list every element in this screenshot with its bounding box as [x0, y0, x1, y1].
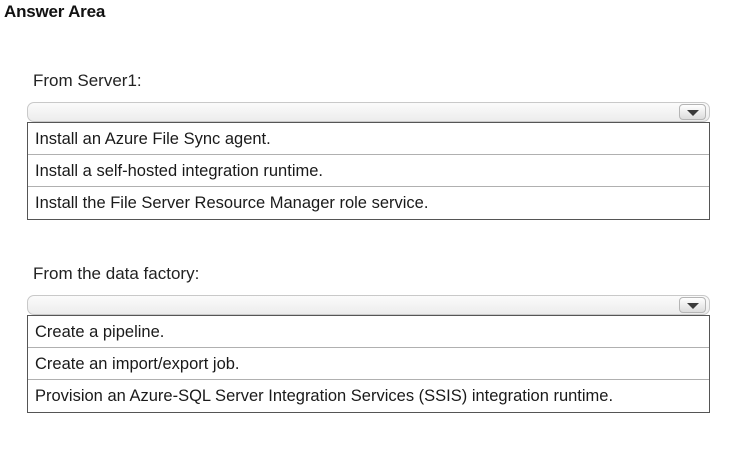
chevron-down-icon — [687, 303, 699, 309]
server1-dropdown-button[interactable] — [679, 104, 706, 120]
server1-option-file-sync[interactable]: Install an Azure File Sync agent. — [28, 123, 709, 155]
data-factory-dropdown[interactable] — [27, 295, 710, 315]
server1-option-self-hosted-runtime[interactable]: Install a self-hosted integration runtim… — [28, 155, 709, 187]
server1-options-list: Install an Azure File Sync agent. Instal… — [27, 122, 710, 220]
data-factory-option-pipeline[interactable]: Create a pipeline. — [28, 316, 709, 348]
server1-dropdown[interactable] — [27, 102, 710, 122]
server1-question: From Server1: Install an Azure File Sync… — [27, 68, 710, 220]
data-factory-label: From the data factory: — [33, 264, 200, 283]
data-factory-option-import-export[interactable]: Create an import/export job. — [28, 348, 709, 380]
server1-label: From Server1: — [33, 71, 142, 90]
answer-area-title: Answer Area — [4, 2, 106, 21]
data-factory-dropdown-button[interactable] — [679, 297, 706, 313]
data-factory-option-ssis-runtime[interactable]: Provision an Azure-SQL Server Integratio… — [28, 380, 709, 412]
data-factory-question: From the data factory: Create a pipeline… — [27, 261, 710, 413]
server1-option-fsrm[interactable]: Install the File Server Resource Manager… — [28, 187, 709, 219]
chevron-down-icon — [687, 110, 699, 116]
data-factory-options-list: Create a pipeline. Create an import/expo… — [27, 315, 710, 413]
